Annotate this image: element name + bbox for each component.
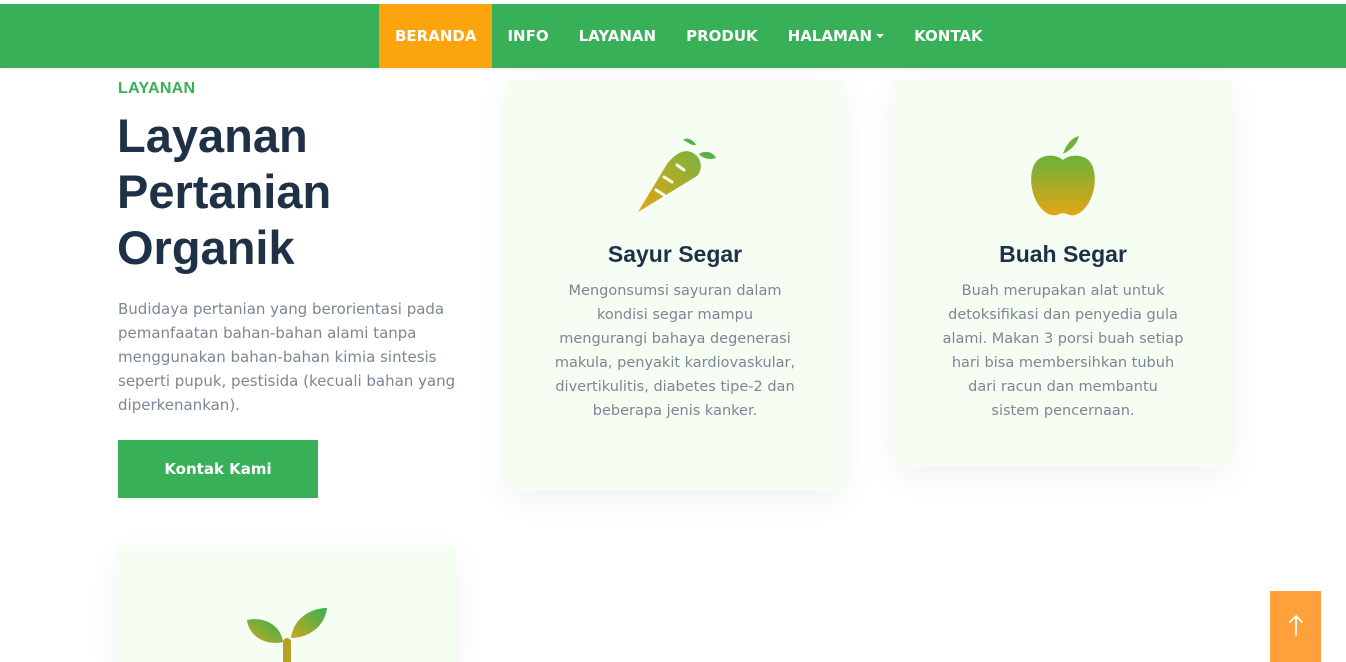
- nav-item-label: BERANDA: [395, 27, 477, 45]
- back-to-top-button[interactable]: [1270, 591, 1321, 662]
- arrow-up-icon: [1288, 613, 1304, 641]
- nav-menu: BERANDA INFO LAYANAN PRODUK HALAMAN KONT…: [379, 4, 998, 68]
- service-description: Mengonsumsi sayuran dalam kondisi segar …: [554, 283, 796, 419]
- nav-item-label: HALAMAN: [787, 27, 873, 45]
- service-title: Buah Segar: [999, 241, 1127, 267]
- service-description: Buah merupakan alat untuk detoksifikasi …: [942, 283, 1184, 419]
- caret-down-icon: [876, 34, 885, 38]
- nav-item-produk[interactable]: PRODUK: [671, 4, 773, 68]
- headline-line: Layanan: [117, 109, 308, 162]
- nav-item-halaman-dropdown[interactable]: HALAMAN: [773, 4, 899, 68]
- carrot-icon: [633, 132, 717, 220]
- nav-item-label: PRODUK: [686, 27, 758, 45]
- service-card-plants: [118, 546, 456, 662]
- sprout-icon: [245, 604, 329, 662]
- main-navbar: BERANDA INFO LAYANAN PRODUK HALAMAN KONT…: [0, 4, 1346, 68]
- nav-item-label: KONTAK: [914, 27, 983, 45]
- contact-us-button[interactable]: Kontak Kami: [118, 440, 318, 498]
- nav-item-label: INFO: [507, 27, 549, 45]
- section-eyebrow: LAYANAN: [118, 80, 196, 97]
- service-title: Sayur Segar: [607, 241, 743, 267]
- headline-line: Organik: [117, 221, 295, 274]
- nav-item-beranda[interactable]: BERANDA: [379, 4, 493, 68]
- service-card-fruits: Buah Segar Buah merupakan alat untuk det…: [894, 80, 1232, 467]
- headline-line: Pertanian: [117, 165, 332, 218]
- nav-item-kontak[interactable]: KONTAK: [899, 4, 998, 68]
- nav-item-label: LAYANAN: [578, 27, 657, 45]
- nav-item-info[interactable]: INFO: [492, 4, 563, 68]
- service-card-vegetables: Sayur Segar Mengonsumsi sayuran dalam ko…: [506, 80, 844, 491]
- section-headline: Layanan Pertanian Organik: [117, 108, 477, 276]
- nav-item-layanan[interactable]: LAYANAN: [564, 4, 671, 68]
- apple-icon: [1026, 134, 1100, 222]
- section-description: Budidaya pertanian yang berorientasi pad…: [118, 300, 456, 414]
